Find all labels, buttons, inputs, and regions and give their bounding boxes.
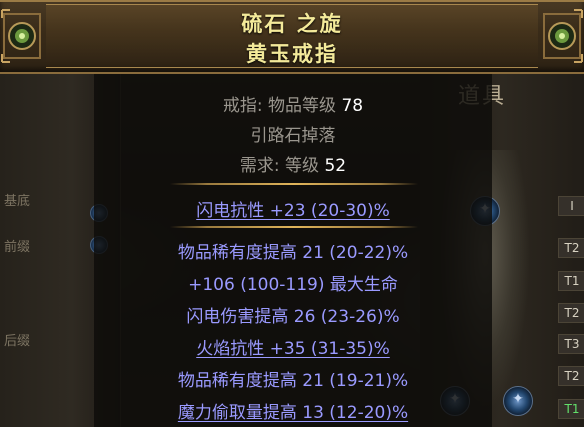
requirement-level-label: 等级 [285, 156, 320, 176]
requirement-level-value: 52 [324, 156, 347, 176]
item-name: 硫石 之旋 [241, 11, 343, 36]
tooltip-separator [170, 226, 418, 228]
explicit-mod: 闪电伤害提高 26 (23-26)% [186, 307, 400, 327]
item-source: 引路石掉落 [250, 126, 336, 146]
explicit-mod: 魔力偷取量提高 13 (12-20)% [94, 398, 492, 423]
item-class-line: 戒指: 物品等级 78 [94, 91, 492, 116]
tooltip-header: 硫石 之旋 黄玉戒指 [0, 0, 584, 74]
explicit-mod: 物品稀有度提高 21 (19-21)% [177, 371, 409, 391]
implicit-mod-text: 闪电抗性 +23 (20-30)% [196, 201, 390, 221]
requirement-label: 需求: [239, 156, 280, 176]
implicit-mod: 闪电抗性 +23 (20-30)% [94, 196, 492, 221]
explicit-mod: 物品稀有度提高 21 (20-22)% [177, 243, 409, 263]
explicit-mod-text: 魔力偷取量提高 13 (12-20)% [177, 403, 409, 423]
requirements-line: 需求: 等级 52 [94, 151, 492, 176]
item-level-label: 物品等级 [268, 96, 337, 116]
item-base-type: 黄玉戒指 [246, 41, 338, 66]
item-level-value: 78 [341, 96, 364, 116]
game-inventory-screen: 道具 基底 前缀 后缀 I T2 T1 T2 T3 T2 T1 [0, 0, 584, 427]
explicit-mod: +106 (100-119) 最大生命 [188, 275, 398, 295]
item-class-label: 戒指: [222, 96, 263, 116]
explicit-mod-text: 火焰抗性 +35 (31-35)% [196, 339, 390, 359]
tooltip-separator [170, 183, 418, 185]
explicit-mod: 火焰抗性 +35 (31-35)% [94, 334, 492, 359]
item-tooltip: 硫石 之旋 黄玉戒指 戒指: 物品等级 78 引路石掉落 需求: 等级 52 闪… [0, 0, 584, 427]
